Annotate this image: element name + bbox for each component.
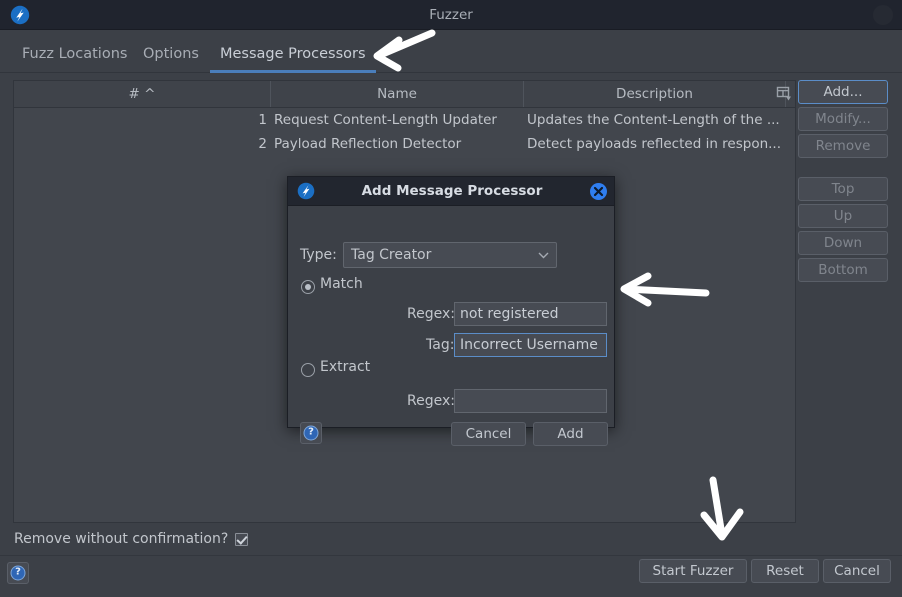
- remove-without-confirmation-row: Remove without confirmation?: [14, 529, 249, 549]
- move-down-button[interactable]: Down: [798, 231, 888, 255]
- column-settings-icon[interactable]: [775, 85, 793, 103]
- cell-description: Detect payloads reflected in respon...: [527, 136, 782, 152]
- add-message-processor-dialog: Add Message Processor Type: Tag Creator …: [287, 176, 615, 446]
- cell-description: Updates the Content-Length of the ...: [527, 112, 780, 128]
- dialog-cancel-button[interactable]: Cancel: [451, 422, 526, 446]
- dialog-titlebar: Add Message Processor: [288, 177, 614, 206]
- column-header-number[interactable]: # ^: [14, 81, 271, 107]
- fuzzer-window: Fuzzer Fuzz Locations Options Message Pr…: [0, 0, 902, 597]
- extract-regex-input[interactable]: [454, 389, 607, 413]
- cell-number: 2: [258, 136, 267, 152]
- type-dropdown-value: Tag Creator: [351, 247, 432, 263]
- extract-label: Extract: [320, 359, 371, 375]
- column-header-name[interactable]: Name: [271, 81, 524, 107]
- tab-options[interactable]: Options: [133, 31, 209, 73]
- cancel-button[interactable]: Cancel: [823, 559, 891, 583]
- remove-button[interactable]: Remove: [798, 134, 888, 158]
- table-header-row: # ^ Name Description: [14, 81, 795, 108]
- tab-message-processors[interactable]: Message Processors: [210, 31, 376, 73]
- move-up-button[interactable]: Up: [798, 204, 888, 228]
- add-button[interactable]: Add...: [798, 80, 888, 104]
- cell-number: 1: [258, 112, 267, 128]
- match-radio[interactable]: [301, 280, 315, 294]
- table-row[interactable]: 1 Request Content-Length Updater Updates…: [14, 108, 795, 132]
- reset-button[interactable]: Reset: [751, 559, 819, 583]
- move-bottom-button[interactable]: Bottom: [798, 258, 888, 282]
- dialog-body: Type: Tag Creator Match Regex: not regis…: [288, 206, 614, 446]
- cell-name: Payload Reflection Detector: [274, 136, 462, 152]
- help-question-icon[interactable]: ?: [300, 422, 322, 444]
- tag-input[interactable]: Incorrect Username: [454, 333, 607, 357]
- chevron-down-icon: [538, 252, 549, 259]
- match-label: Match: [320, 276, 363, 292]
- match-regex-input[interactable]: not registered: [454, 302, 607, 326]
- type-dropdown[interactable]: Tag Creator: [343, 242, 557, 268]
- move-top-button[interactable]: Top: [798, 177, 888, 201]
- dialog-title: Add Message Processor: [361, 183, 543, 199]
- match-regex-label: Regex:: [407, 306, 455, 322]
- remove-without-confirmation-checkbox[interactable]: [235, 532, 249, 546]
- extract-radio[interactable]: [301, 363, 315, 377]
- cell-name: Request Content-Length Updater: [274, 112, 497, 128]
- modify-button[interactable]: Modify...: [798, 107, 888, 131]
- help-glyph: ?: [303, 425, 319, 441]
- extract-regex-label: Regex:: [407, 393, 455, 409]
- tab-bar: Fuzz Locations Options Message Processor…: [0, 31, 902, 73]
- help-glyph: ?: [10, 565, 26, 581]
- column-header-description[interactable]: Description: [524, 81, 786, 107]
- table-row[interactable]: 2 Payload Reflection Detector Detect pay…: [14, 132, 795, 156]
- remove-without-confirmation-label: Remove without confirmation?: [14, 531, 229, 547]
- tab-fuzz-locations[interactable]: Fuzz Locations: [12, 31, 137, 73]
- start-fuzzer-button[interactable]: Start Fuzzer: [639, 559, 747, 583]
- window-dot-icon[interactable]: [873, 5, 893, 25]
- type-label: Type:: [300, 247, 337, 263]
- help-question-icon[interactable]: ?: [7, 562, 29, 584]
- window-title: Fuzzer: [429, 7, 473, 23]
- tag-label: Tag:: [426, 337, 455, 353]
- close-x-icon[interactable]: [590, 183, 607, 200]
- window-titlebar: Fuzzer: [0, 0, 902, 30]
- dialog-add-button[interactable]: Add: [533, 422, 608, 446]
